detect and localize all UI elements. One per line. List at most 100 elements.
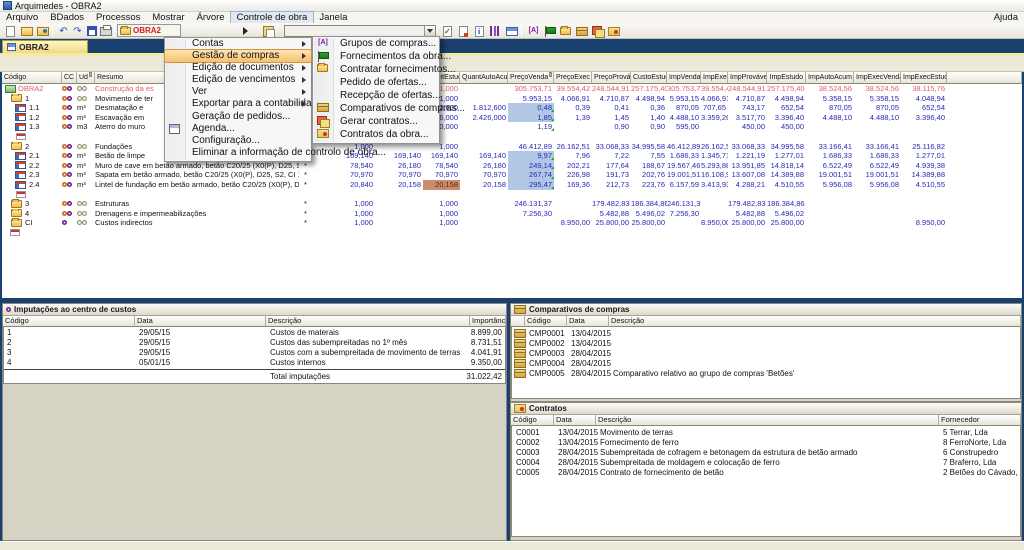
- toolbar-button-folder-open-icon[interactable]: [19, 24, 34, 38]
- table-row[interactable]: 2.3m³Sapata em betão armado, betão C20/2…: [2, 170, 1022, 180]
- toolbar-button-doc-check-icon[interactable]: [440, 24, 455, 38]
- table-row[interactable]: CICustos indirectos*1,0001,0008.950,0025…: [2, 218, 1022, 228]
- toolbar-button-print-icon[interactable]: [98, 24, 113, 38]
- submenu-item-contratar-fornecimentos[interactable]: Contratar fornecimentos...: [313, 63, 439, 76]
- contrato-row[interactable]: C000428/04/2015Subempreitada de moldagem…: [512, 458, 1020, 468]
- contrato-row[interactable]: C000213/04/2015Fornecimento de ferro8 Fe…: [512, 438, 1020, 448]
- column-header-preçoexec[interactable]: PreçoExec: [554, 72, 592, 84]
- column-header-preçovenda[interactable]: PreçoVenda: [508, 72, 554, 84]
- table-row[interactable]: [2, 190, 1022, 200]
- table-row[interactable]: 2.4m³Lintel de fundação em betão armado,…: [2, 180, 1022, 190]
- tab-obra2[interactable]: OBRA2: [2, 40, 88, 53]
- column-header-impexec[interactable]: ImpExec: [701, 72, 728, 84]
- menu-item-agenda[interactable]: Agenda...: [165, 123, 311, 135]
- list-column-header-descrição[interactable]: Descrição: [596, 415, 939, 426]
- comparativo-row[interactable]: CMP000428/04/2015: [512, 359, 1020, 369]
- new-row-icon[interactable]: [16, 133, 26, 140]
- table-row[interactable]: [2, 228, 1022, 238]
- menu-item-configura-o[interactable]: Configuração...: [165, 135, 311, 147]
- toolbar-button-flag-icon[interactable]: [542, 24, 557, 38]
- imputacao-row[interactable]: 405/01/15Custos internos9.350,00: [4, 358, 505, 368]
- menu-ajuda[interactable]: Ajuda: [994, 12, 1018, 23]
- list-column-header-código[interactable]: Código: [525, 316, 567, 327]
- toolbar-overflow-icon[interactable]: [243, 27, 248, 35]
- column-header-impvenda[interactable]: ImpVenda: [667, 72, 701, 84]
- contrato-row[interactable]: C000113/04/2015Movimento de terras5 Terr…: [512, 428, 1020, 438]
- new-row-icon[interactable]: [10, 229, 20, 236]
- menubar-item-arquivo[interactable]: Arquivo: [0, 12, 44, 23]
- menubar-item-processos[interactable]: Processos: [90, 12, 146, 23]
- list-column-header-importância[interactable]: Importância: [470, 316, 506, 327]
- toolbar-button-groups-icon[interactable]: [A]: [526, 24, 541, 38]
- toolbar-button-table-grid-icon[interactable]: [504, 24, 519, 38]
- menu-item-gest-o-de-compras[interactable]: Gestão de compras: [165, 50, 311, 62]
- menu-item-exportar-para-a-contabilidade[interactable]: Exportar para a contabilidade: [165, 98, 311, 110]
- menubar-item-mostrar[interactable]: Mostrar: [146, 12, 190, 23]
- list-column-header-blank[interactable]: [511, 316, 525, 327]
- toolbar-button-save-icon[interactable]: [84, 24, 99, 38]
- comparativo-row[interactable]: CMP000213/04/2015: [512, 339, 1020, 349]
- list-column-header-código[interactable]: Código: [511, 415, 554, 426]
- toolbar-job-button[interactable]: OBRA2: [117, 24, 181, 37]
- submenu-item-recep-o-de-ofertas[interactable]: Recepção de ofertas...: [313, 89, 439, 102]
- column-header-impautoacum[interactable]: ImpAutoAcum: [806, 72, 854, 84]
- menu-item-ver[interactable]: Ver: [165, 86, 311, 98]
- toolbar-button-redo-icon[interactable]: [70, 24, 85, 38]
- list-column-header-data[interactable]: Data: [135, 316, 266, 327]
- column-header-custoestudo[interactable]: CustoEstudo: [631, 72, 667, 84]
- toolbar-button-envelope-icon[interactable]: [606, 24, 621, 38]
- column-header-cc[interactable]: CC: [62, 72, 77, 84]
- list-column-header-descrição[interactable]: Descrição: [266, 316, 470, 327]
- comparativo-row[interactable]: CMP000328/04/2015: [512, 349, 1020, 359]
- column-header-quantautoacum[interactable]: QuantAutoAcum: [460, 72, 508, 84]
- contrato-row[interactable]: C000528/04/2015Contrato de fornecimento …: [512, 468, 1020, 478]
- contrato-row[interactable]: C000328/04/2015Subempreitada de cofragem…: [512, 448, 1020, 458]
- column-header-impexecestudo[interactable]: ImpExecEstudo: [901, 72, 947, 84]
- imputacao-row[interactable]: 229/05/15Custos das subempreitadas no 1º…: [4, 338, 505, 348]
- menu-item-eliminar-a-informa-o-de-controlo-de-obra[interactable]: Eliminar a informação de controlo de obr…: [165, 147, 311, 159]
- new-row-icon[interactable]: [16, 191, 26, 198]
- table-row[interactable]: 1.2m³Escavação em*2.426,0002.426,0001,85…: [2, 113, 1022, 123]
- list-column-header-fornecedor[interactable]: Fornecedor: [939, 415, 1021, 426]
- toolbar-button-folder-users-icon[interactable]: [35, 24, 50, 38]
- menubar-item-controle-de-obra[interactable]: Controle de obra: [231, 12, 314, 23]
- column-header-impexecvenda[interactable]: ImpExecVenda: [854, 72, 901, 84]
- table-row[interactable]: 3Estruturas*1,0001,000246.131,37179.482,…: [2, 199, 1022, 209]
- table-row[interactable]: 1.3m3Aterro do muro*500,0001,190,900,905…: [2, 122, 1022, 132]
- submenu-item-gerar-contratos[interactable]: Gerar contratos...: [313, 115, 439, 128]
- menubar-item-bdados[interactable]: BDados: [44, 12, 90, 23]
- toolbar-button-pages-icon[interactable]: [590, 24, 605, 38]
- table-row[interactable]: 2.1m³Betão de limpe*169,140169,140169,14…: [2, 151, 1022, 161]
- imputacao-row[interactable]: 129/05/15Custos de materais8.899,00: [4, 328, 505, 338]
- column-header-impprovável[interactable]: ImpProvável: [728, 72, 767, 84]
- table-row[interactable]: OBRA2Construção da es*1,000305.753,7139.…: [2, 84, 1022, 94]
- column-header-código[interactable]: Código: [2, 72, 62, 84]
- list-column-header-data[interactable]: Data: [554, 415, 596, 426]
- table-row[interactable]: 2.2m³Muro de cave em betão armado, betão…: [2, 161, 1022, 171]
- toolbar-button-folder-icon[interactable]: [558, 24, 573, 38]
- column-header-ud[interactable]: Ud: [77, 72, 95, 84]
- menubar-item-janela[interactable]: Janela: [313, 12, 353, 23]
- menu-item-gera-o-de-pedidos[interactable]: Geração de pedidos...: [165, 111, 311, 123]
- submenu-item-fornecimentos-da-obra[interactable]: Fornecimentos da obra...: [313, 50, 439, 63]
- menu-item-edi-o-de-documentos[interactable]: Edição de documentos: [165, 62, 311, 74]
- menu-item-contas[interactable]: Contas: [165, 38, 311, 50]
- submenu-item-grupos-de-compras[interactable]: Grupos de compras...[A]: [313, 37, 439, 50]
- toolbar-button-undo-icon[interactable]: [56, 24, 71, 38]
- chevron-down-icon[interactable]: [424, 26, 435, 36]
- table-row[interactable]: 1.1m³Desmatação e*1.812,6001.812,6000,48…: [2, 103, 1022, 113]
- list-column-header-código[interactable]: Código: [3, 316, 135, 327]
- toolbar-button-doc-add-icon[interactable]: [456, 24, 471, 38]
- table-row[interactable]: 1Movimento de ter*1,0005.953,154.066,914…: [2, 94, 1022, 104]
- toolbar-button-doc-info-icon[interactable]: [472, 24, 487, 38]
- list-column-header-data[interactable]: Data: [567, 316, 609, 327]
- submenu-item-comparativos-de-compras[interactable]: Comparativos de compras...: [313, 102, 439, 115]
- table-row[interactable]: 4Drenagens e impermeabilizações*1,0001,0…: [2, 209, 1022, 219]
- submenu-item-pedido-de-ofertas[interactable]: Pedido de ofertas...: [313, 76, 439, 89]
- toolbar-button-box-icon[interactable]: [574, 24, 589, 38]
- imputacao-row[interactable]: 329/05/15Custos com a subempreitada de m…: [4, 348, 505, 358]
- menu-item-edi-o-de-vencimentos[interactable]: Edição de vencimentos: [165, 74, 311, 86]
- list-column-header-descrição[interactable]: Descrição: [609, 316, 1021, 327]
- column-header-preçoprovável[interactable]: PreçoProvável: [592, 72, 631, 84]
- table-row[interactable]: [2, 132, 1022, 142]
